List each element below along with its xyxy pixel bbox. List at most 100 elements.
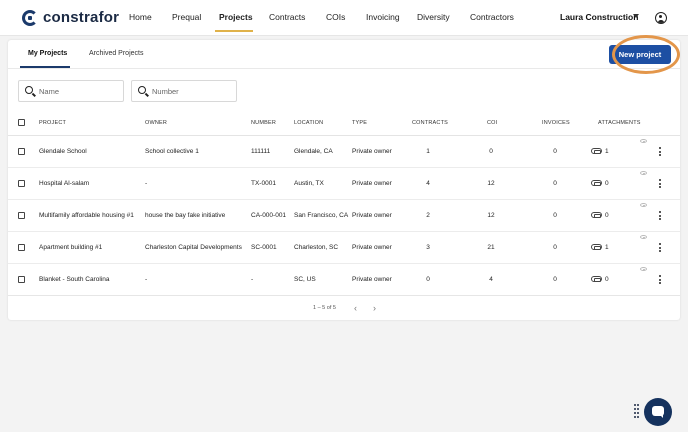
nav-home[interactable]: Home (129, 12, 152, 22)
nav-cois[interactable]: COIs (326, 12, 345, 22)
paperclip-icon[interactable] (591, 276, 602, 282)
table-row[interactable]: Blanket - South Carolina - - SC, US Priv… (8, 264, 680, 296)
attachments-count: 0 (605, 180, 609, 187)
tabs-divider (8, 68, 680, 69)
table-row[interactable]: Apartment building #1 Charleston Capital… (8, 232, 680, 264)
project-name[interactable]: Apartment building #1 (39, 244, 102, 251)
project-type: Private owner (352, 148, 392, 155)
project-owner: School collective 1 (145, 148, 199, 155)
eye-icon[interactable] (640, 267, 647, 271)
column-attachments[interactable]: ATTACHMENTS (598, 120, 641, 126)
nav-prequal[interactable]: Prequal (172, 12, 201, 22)
project-type: Private owner (352, 244, 392, 251)
paperclip-icon[interactable] (591, 212, 602, 218)
tab-archived-projects[interactable]: Archived Projects (89, 50, 143, 57)
project-owner: - (145, 276, 148, 283)
nav-diversity[interactable]: Diversity (417, 12, 450, 22)
project-number: CA-000-001 (251, 212, 287, 219)
drag-handle-icon[interactable] (634, 404, 640, 422)
nav-contracts[interactable]: Contracts (269, 12, 305, 22)
company-name[interactable]: Laura Construction (560, 12, 638, 22)
contracts-count: 1 (426, 148, 430, 155)
select-all-checkbox[interactable] (18, 119, 25, 126)
column-coi[interactable]: COI (487, 120, 497, 126)
row-checkbox[interactable] (18, 212, 25, 219)
table-row[interactable]: Glendale School School collective 1 1111… (8, 136, 680, 168)
invoices-count: 0 (553, 212, 557, 219)
chevron-right-icon[interactable]: › (373, 304, 376, 313)
invoices-count: 0 (553, 148, 557, 155)
project-owner: Charleston Capital Developments (145, 244, 242, 251)
column-type[interactable]: TYPE (352, 120, 367, 126)
row-checkbox[interactable] (18, 148, 25, 155)
column-project[interactable]: PROJECT (39, 120, 66, 126)
column-owner[interactable]: OWNER (145, 120, 167, 126)
project-type: Private owner (352, 180, 392, 187)
search-icon (138, 86, 146, 94)
project-name[interactable]: Blanket - South Carolina (39, 276, 109, 283)
column-number[interactable]: NUMBER (251, 120, 276, 126)
column-location[interactable]: LOCATION (294, 120, 323, 126)
paperclip-icon[interactable] (591, 148, 602, 154)
pagination-summary: 1 – 5 of 5 (313, 305, 336, 311)
new-project-button[interactable]: New project (609, 45, 671, 64)
chevron-left-icon[interactable]: ‹ (354, 304, 357, 313)
attachments-count: 1 (605, 244, 609, 251)
project-owner: - (145, 180, 148, 187)
project-name[interactable]: Multifamily affordable housing #1 (39, 212, 134, 219)
coi-count: 0 (489, 148, 493, 155)
paperclip-icon[interactable] (591, 180, 602, 186)
table-footer-divider (8, 295, 680, 296)
coi-count: 21 (487, 244, 495, 251)
contracts-count: 2 (426, 212, 430, 219)
nav-invoicing[interactable]: Invoicing (366, 12, 400, 22)
column-contracts[interactable]: CONTRACTS (412, 120, 448, 126)
row-checkbox[interactable] (18, 244, 25, 251)
table-row[interactable]: Multifamily affordable housing #1 house … (8, 200, 680, 232)
project-number: TX-0001 (251, 180, 276, 187)
nav-contractors[interactable]: Contractors (470, 12, 514, 22)
paperclip-icon[interactable] (591, 244, 602, 250)
more-options-icon[interactable] (659, 147, 661, 157)
logo-mark-icon (22, 9, 38, 26)
chat-bubble-icon[interactable] (644, 398, 672, 426)
eye-icon[interactable] (640, 235, 647, 239)
project-type: Private owner (352, 212, 392, 219)
row-checkbox[interactable] (18, 276, 25, 283)
invoices-count: 0 (553, 244, 557, 251)
table-header: PROJECT OWNER NUMBER LOCATION TYPE CONTR… (8, 110, 680, 136)
more-options-icon[interactable] (659, 243, 661, 253)
project-number: - (251, 276, 254, 283)
eye-icon[interactable] (640, 203, 647, 207)
eye-icon[interactable] (640, 171, 647, 175)
project-location: San Francisco, CA (294, 212, 349, 219)
eye-icon[interactable] (640, 139, 647, 143)
coi-count: 4 (489, 276, 493, 283)
contracts-count: 3 (426, 244, 430, 251)
project-location: Austin, TX (294, 180, 324, 187)
table-row[interactable]: Hospital Al-salam - TX-0001 Austin, TX P… (8, 168, 680, 200)
more-options-icon[interactable] (659, 211, 661, 221)
contracts-count: 0 (426, 276, 430, 283)
brand-name: constrafor (43, 9, 120, 26)
project-number: SC-0001 (251, 244, 277, 251)
column-invoices[interactable]: INVOICES (542, 120, 570, 126)
project-name[interactable]: Hospital Al-salam (39, 180, 89, 187)
number-search-input[interactable] (152, 85, 232, 98)
contracts-count: 4 (426, 180, 430, 187)
name-search-input[interactable] (39, 85, 119, 98)
chevron-down-icon[interactable] (633, 14, 639, 18)
row-checkbox[interactable] (18, 180, 25, 187)
tab-my-projects[interactable]: My Projects (28, 50, 67, 57)
more-options-icon[interactable] (659, 275, 661, 285)
more-options-icon[interactable] (659, 179, 661, 189)
project-owner: house the bay fake initiative (145, 212, 226, 219)
nav-projects[interactable]: Projects (219, 12, 253, 22)
number-search-field[interactable] (131, 80, 237, 102)
constrafor-logo[interactable]: constrafor (22, 9, 119, 26)
user-avatar-icon[interactable] (655, 12, 667, 24)
coi-count: 12 (487, 180, 495, 187)
invoices-count: 0 (553, 276, 557, 283)
project-name[interactable]: Glendale School (39, 148, 87, 155)
name-search-field[interactable] (18, 80, 124, 102)
